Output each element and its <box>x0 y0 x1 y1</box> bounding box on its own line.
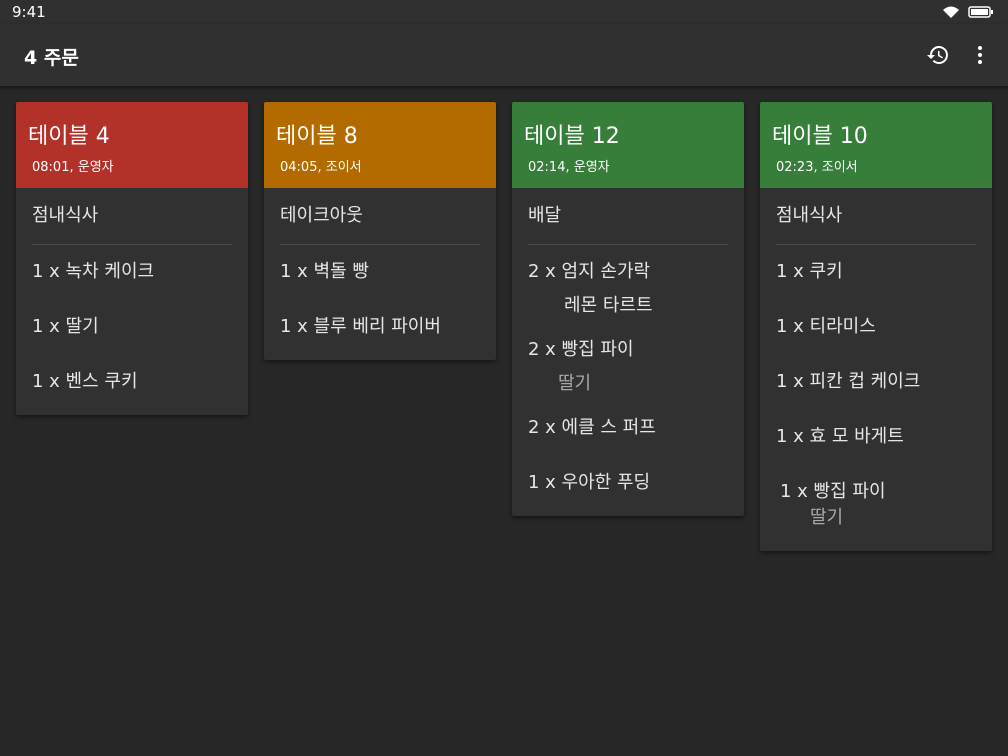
order-card-title: 테이블 8 <box>276 124 358 149</box>
order-item: 1 x 피칸 컵 케이크 <box>776 371 921 392</box>
status-bar: 9:41 <box>0 0 1008 24</box>
order-card-subtitle: 02:14, 운영자 <box>528 160 610 175</box>
order-item: 2 x 엄지 손가락 레몬 타르트 <box>528 253 728 331</box>
order-card-header: 테이블 12 02:14, 운영자 <box>512 102 744 188</box>
order-item: 1 x 벤스 쿠키 <box>32 371 138 392</box>
more-options-button[interactable] <box>966 41 994 69</box>
order-card-table-8[interactable]: 테이블 8 04:05, 조이서 테이크아웃 1 x 벽돌 빵 1 x 블루 베… <box>264 102 496 360</box>
order-item: 2 x 에클 스 퍼프 <box>528 417 656 438</box>
order-card-subtitle: 02:23, 조이서 <box>776 160 858 175</box>
order-type: 배달 <box>528 188 728 245</box>
order-card-subtitle: 08:01, 운영자 <box>32 160 114 175</box>
order-card-header: 테이블 10 02:23, 조이서 <box>760 102 992 188</box>
order-item: 1 x 쿠키 <box>776 261 843 282</box>
order-item: 1 x 녹차 케이크 <box>32 261 155 282</box>
history-button[interactable] <box>924 41 952 69</box>
wifi-icon <box>942 4 960 23</box>
order-item-note: 딸기 <box>558 373 592 394</box>
page-title: 4 주문 <box>24 47 79 69</box>
order-type: 점내식사 <box>776 188 976 245</box>
status-time: 9:41 <box>12 3 46 21</box>
order-item-name: 1 x 빵집 파이 <box>780 481 886 502</box>
battery-icon <box>968 4 994 23</box>
order-card-header: 테이블 4 08:01, 운영자 <box>16 102 248 188</box>
order-item: 1 x 블루 베리 파이버 <box>280 316 441 337</box>
more-vert-icon <box>978 46 982 64</box>
status-icons <box>942 4 994 23</box>
app-bar: 4 주문 <box>0 24 1008 86</box>
order-card-header: 테이블 8 04:05, 조이서 <box>264 102 496 188</box>
order-card-table-4[interactable]: 테이블 4 08:01, 운영자 점내식사 1 x 녹차 케이크 1 x 딸기 … <box>16 102 248 415</box>
order-item-name: 2 x 빵집 파이 <box>528 339 634 360</box>
order-card-table-12[interactable]: 테이블 12 02:14, 운영자 배달 2 x 엄지 손가락 레몬 타르트 2… <box>512 102 744 516</box>
order-item: 1 x 벽돌 빵 <box>280 261 369 282</box>
order-item: 1 x 딸기 <box>32 316 99 337</box>
order-item: 1 x 효 모 바게트 <box>776 426 904 447</box>
order-card-title: 테이블 12 <box>524 124 620 149</box>
history-icon <box>927 46 948 64</box>
order-card-table-10[interactable]: 테이블 10 02:23, 조이서 점내식사 1 x 쿠키 1 x 티라미스 1… <box>760 102 992 551</box>
appbar-actions <box>924 41 994 69</box>
order-item: 1 x 티라미스 <box>776 316 876 337</box>
order-card-title: 테이블 4 <box>28 124 110 149</box>
order-type: 테이크아웃 <box>280 188 480 245</box>
order-item: 1 x 우아한 푸딩 <box>528 472 651 493</box>
order-card-subtitle: 04:05, 조이서 <box>280 160 362 175</box>
order-card-title: 테이블 10 <box>772 124 868 149</box>
order-item: 2 x 빵집 파이 딸기 <box>528 331 728 409</box>
order-type: 점내식사 <box>32 188 232 245</box>
order-item: 1 x 빵집 파이 딸기 <box>776 473 976 543</box>
order-item-note: 딸기 <box>810 507 844 528</box>
order-item-name: 2 x 엄지 손가락 <box>528 261 651 282</box>
order-item-note: 레몬 타르트 <box>564 295 653 316</box>
